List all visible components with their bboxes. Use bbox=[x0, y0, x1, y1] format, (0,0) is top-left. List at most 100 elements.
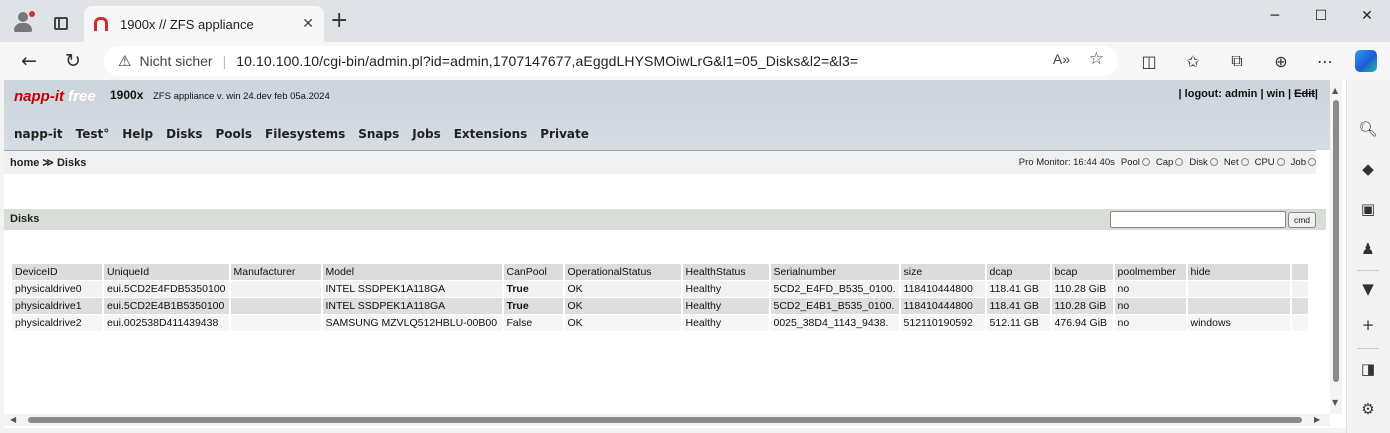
close-tab-icon[interactable]: ✕ bbox=[302, 15, 314, 32]
menu-filesystems[interactable]: Filesystems bbox=[265, 127, 345, 141]
url-text[interactable]: 10.10.100.10/cgi-bin/admin.pl?id=admin,1… bbox=[236, 53, 858, 69]
cell-size: 118410444800 bbox=[900, 298, 985, 314]
cmd-button[interactable]: cmd bbox=[1288, 212, 1316, 228]
menu-private[interactable]: Private bbox=[540, 127, 589, 141]
collections-icon[interactable]: ⧉ bbox=[1224, 48, 1250, 74]
menu-test[interactable]: Test° bbox=[76, 127, 110, 141]
monitor-net[interactable]: Net bbox=[1224, 157, 1249, 168]
col-manufacturer[interactable]: Manufacturer bbox=[230, 264, 321, 280]
menu-disks[interactable]: Disks bbox=[166, 127, 202, 141]
logout-link[interactable]: logout: admin bbox=[1185, 88, 1258, 100]
scroll-right-icon[interactable]: ▶ bbox=[1314, 415, 1320, 424]
table-row[interactable]: physicaldrive2 eui.002538D411439438 SAMS… bbox=[12, 315, 1308, 331]
games-icon[interactable]: ♟ bbox=[1357, 238, 1379, 260]
monitor-cpu[interactable]: CPU bbox=[1255, 157, 1285, 168]
edit-link[interactable]: Edit bbox=[1294, 88, 1315, 100]
menu-snaps[interactable]: Snaps bbox=[358, 127, 399, 141]
cmd-input[interactable] bbox=[1110, 211, 1286, 228]
horizontal-scroll-thumb[interactable] bbox=[28, 417, 1302, 423]
scroll-up-icon[interactable]: ▲ bbox=[1332, 86, 1338, 95]
vertical-scrollbar[interactable]: ▲ ▼ bbox=[1330, 80, 1342, 414]
table-row[interactable]: physicaldrive0 eui.5CD2E4FDB5350100 INTE… bbox=[12, 281, 1308, 297]
chevron-down-icon[interactable]: ▼ bbox=[1357, 278, 1379, 300]
col-canpool[interactable]: CanPool bbox=[503, 264, 563, 280]
scroll-left-icon[interactable]: ◀ bbox=[10, 415, 16, 424]
col-hide[interactable]: hide bbox=[1187, 264, 1290, 280]
napp-it-logo[interactable]: napp-it free bbox=[14, 88, 96, 105]
monitor-job[interactable]: Job bbox=[1291, 157, 1316, 168]
extensions-icon[interactable]: ⊕ bbox=[1268, 48, 1294, 74]
more-icon[interactable]: ⋯ bbox=[1312, 48, 1338, 74]
menu-pools[interactable]: Pools bbox=[216, 127, 253, 141]
win-link[interactable]: win bbox=[1267, 88, 1285, 100]
security-label[interactable]: Nicht sicher bbox=[139, 53, 212, 69]
menu-napp-it[interactable]: napp-it bbox=[14, 127, 63, 141]
close-window-icon[interactable]: ✕ bbox=[1344, 0, 1390, 32]
monitor-disk[interactable]: Disk bbox=[1189, 157, 1218, 168]
split-screen-icon[interactable]: ◫ bbox=[1136, 48, 1162, 74]
back-icon[interactable]: ← bbox=[16, 48, 42, 74]
cell-deviceid[interactable]: physicaldrive0 bbox=[12, 281, 102, 297]
shopping-tag-icon[interactable]: ◆ bbox=[1357, 158, 1379, 180]
cell-poolmember: no bbox=[1114, 298, 1186, 314]
col-operationalstatus[interactable]: OperationalStatus bbox=[564, 264, 681, 280]
breadcrumb[interactable]: home ≫ Disks bbox=[10, 156, 86, 169]
menu-jobs[interactable]: Jobs bbox=[412, 127, 440, 141]
tools-icon[interactable]: ▣ bbox=[1357, 198, 1379, 220]
cell-canpool: True bbox=[503, 281, 563, 297]
col-bcap[interactable]: bcap bbox=[1051, 264, 1113, 280]
cell-poolmember: no bbox=[1114, 281, 1186, 297]
read-aloud-icon[interactable]: A» bbox=[1053, 51, 1070, 67]
col-model[interactable]: Model bbox=[322, 264, 502, 280]
favorite-icon[interactable]: ☆ bbox=[1089, 49, 1104, 69]
cell-hide bbox=[1187, 281, 1290, 297]
vertical-scroll-thumb[interactable] bbox=[1333, 100, 1339, 382]
search-icon[interactable]: 🔍︎ bbox=[1357, 118, 1379, 140]
monitor-pool[interactable]: Pool bbox=[1121, 157, 1150, 168]
gear-icon[interactable]: ⚙ bbox=[1357, 398, 1379, 420]
tab-strip: 1900x // ZFS appliance ✕ + ─ ☐ ✕ bbox=[0, 0, 1390, 42]
napp-header: napp-it free 1900x ZFS appliance v. win … bbox=[4, 80, 1330, 150]
col-size[interactable]: size bbox=[900, 264, 985, 280]
cell-deviceid[interactable]: physicaldrive1 bbox=[12, 298, 102, 314]
section-bar: Disks cmd bbox=[4, 209, 1326, 230]
table-row[interactable]: physicaldrive1 eui.5CD2E4B1B5350100 INTE… bbox=[12, 298, 1308, 314]
new-tab-icon[interactable]: + bbox=[330, 10, 348, 32]
menu-help[interactable]: Help bbox=[122, 127, 153, 141]
status-dot-icon bbox=[1240, 158, 1249, 167]
col-poolmember[interactable]: poolmember bbox=[1114, 264, 1186, 280]
copilot-icon[interactable] bbox=[1355, 50, 1377, 72]
menu-extensions[interactable]: Extensions bbox=[454, 127, 528, 141]
scroll-down-icon[interactable]: ▼ bbox=[1332, 398, 1338, 407]
add-icon[interactable]: + bbox=[1357, 314, 1379, 336]
cell-manufacturer bbox=[230, 281, 321, 297]
reload-icon[interactable]: ↻ bbox=[60, 48, 86, 74]
cell-deviceid[interactable]: physicaldrive2 bbox=[12, 315, 102, 331]
cell-model: SAMSUNG MZVLQ512HBLU-00B00 bbox=[322, 315, 502, 331]
maximize-icon[interactable]: ☐ bbox=[1298, 0, 1344, 32]
cell-bcap: 110.28 GiB bbox=[1051, 298, 1113, 314]
main-menu: napp-it Test° Help Disks Pools Filesyste… bbox=[14, 127, 602, 141]
status-dot-icon bbox=[1308, 158, 1316, 167]
favorites-icon[interactable]: ✩ bbox=[1180, 48, 1206, 74]
monitor-cap[interactable]: Cap bbox=[1156, 157, 1184, 168]
col-serialnumber[interactable]: Serialnumber bbox=[770, 264, 899, 280]
profile-icon[interactable] bbox=[12, 11, 35, 33]
col-deviceid[interactable]: DeviceID bbox=[12, 264, 102, 280]
minimize-icon[interactable]: ─ bbox=[1252, 0, 1298, 32]
version-text: ZFS appliance v. win 24.dev feb 05a.2024 bbox=[153, 91, 330, 102]
browser-tab[interactable]: 1900x // ZFS appliance ✕ bbox=[84, 6, 324, 42]
address-bar[interactable]: ⚠ Nicht sicher | 10.10.100.10/cgi-bin/ad… bbox=[104, 46, 1118, 76]
napp-it-favicon bbox=[94, 17, 108, 31]
navigation-bar: ← ↻ ⚠ Nicht sicher | 10.10.100.10/cgi-bi… bbox=[0, 42, 1390, 80]
edge-sidebar: 🔍︎ ◆ ▣ ♟ ▼ + ◨ ⚙ bbox=[1346, 80, 1390, 433]
warning-icon[interactable]: ⚠ bbox=[118, 52, 131, 70]
sidebar-toggle-icon[interactable]: ◨ bbox=[1357, 358, 1379, 380]
cell-model: INTEL SSDPEK1A118GA bbox=[322, 298, 502, 314]
col-dcap[interactable]: dcap bbox=[986, 264, 1050, 280]
cell-healthstatus: Healthy bbox=[682, 315, 769, 331]
col-healthstatus[interactable]: HealthStatus bbox=[682, 264, 769, 280]
col-uniqueid[interactable]: UniqueId bbox=[104, 264, 229, 280]
tab-actions-icon[interactable] bbox=[54, 17, 68, 30]
horizontal-scrollbar[interactable]: ◀ ▶ bbox=[4, 414, 1330, 426]
